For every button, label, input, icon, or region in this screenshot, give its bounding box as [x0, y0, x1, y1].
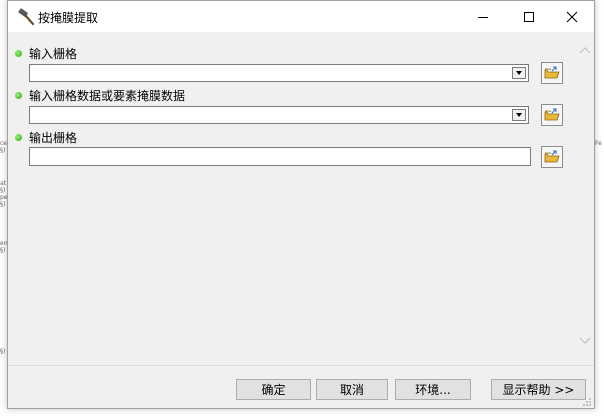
dialog-footer: 确定 取消 环境... 显示帮助 >> [8, 366, 594, 408]
required-dot-icon [15, 50, 22, 57]
environments-button[interactable]: 环境... [395, 379, 471, 400]
parameters-panel: 输入栅格 输入栅格数据或要素掩膜数据 输出栅格 [8, 32, 594, 365]
mask-data-combo[interactable] [29, 106, 529, 124]
minimize-button[interactable] [460, 1, 506, 32]
dialog-title: 按掩膜提取 [38, 11, 99, 25]
open-folder-icon [544, 108, 560, 121]
output-raster-textbox[interactable] [29, 147, 531, 166]
minimize-icon [478, 16, 488, 18]
param-mask-data-label: 输入栅格数据或要素掩膜数据 [15, 87, 185, 104]
resize-grip-icon[interactable] [582, 397, 592, 407]
browse-input-raster-button[interactable] [541, 62, 563, 84]
scroll-up-icon[interactable] [579, 46, 591, 54]
dialog-window: 按掩膜提取 输入栅格 输入栅格数据或要素掩膜数据 输出栅格 确定 取消 环境..… [7, 0, 595, 409]
maximize-icon [524, 11, 534, 22]
open-folder-icon [544, 66, 560, 79]
dropdown-arrow-icon[interactable] [512, 109, 526, 121]
browse-output-raster-button[interactable] [541, 146, 563, 168]
cancel-button[interactable]: 取消 [316, 379, 388, 400]
open-folder-icon [544, 150, 560, 163]
title-bar[interactable]: 按掩膜提取 [8, 1, 594, 32]
required-dot-icon [15, 92, 22, 99]
dropdown-arrow-icon[interactable] [512, 67, 526, 79]
show-help-button[interactable]: 显示帮助 >> [491, 379, 586, 400]
param-input-raster-label: 输入栅格 [15, 45, 77, 62]
close-icon [566, 11, 578, 22]
param-output-raster-label: 输出栅格 [15, 129, 77, 146]
ok-button[interactable]: 确定 [236, 379, 311, 400]
required-dot-icon [15, 134, 22, 141]
scroll-down-icon[interactable] [579, 337, 591, 345]
background-app-right: Fe [594, 0, 604, 419]
input-raster-combo[interactable] [29, 64, 529, 82]
vertical-scrollbar[interactable] [575, 32, 594, 365]
browse-mask-data-button[interactable] [541, 104, 563, 126]
close-button[interactable] [549, 1, 595, 32]
hammer-icon [17, 7, 37, 27]
maximize-button[interactable] [506, 1, 552, 32]
